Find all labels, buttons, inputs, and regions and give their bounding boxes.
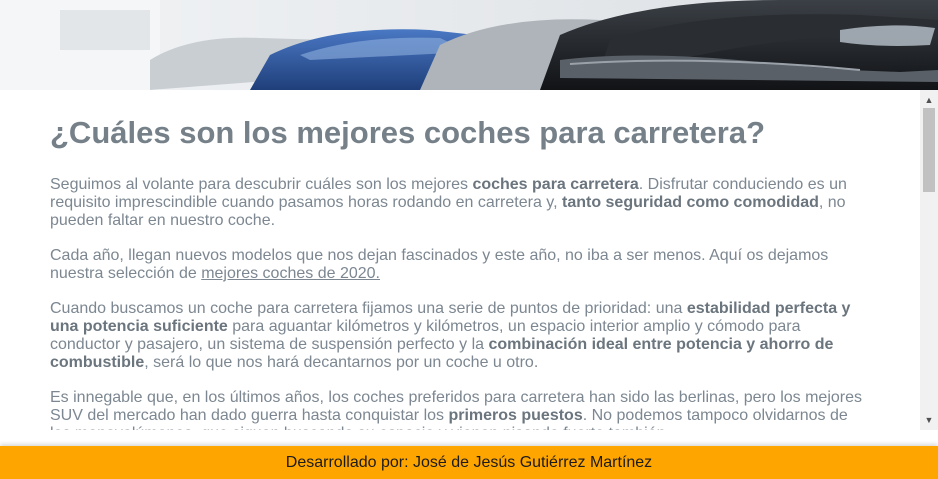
paragraph-models: Cada año, llegan nuevos modelos que nos … <box>50 247 865 283</box>
text-span: Cada año, llegan nuevos modelos que nos … <box>50 247 829 282</box>
paragraph-intro: Seguimos al volante para descubrir cuále… <box>50 176 865 230</box>
paragraph-suv: Es innegable que, en los últimos años, l… <box>50 389 865 430</box>
scroll-up-arrow-icon[interactable]: ▲ <box>920 92 938 108</box>
hero-banner <box>0 0 938 90</box>
scroll-content-area[interactable]: ¿Cuáles son los mejores coches para carr… <box>0 90 920 430</box>
bold-text: coches para carretera <box>472 176 639 193</box>
text-span: Seguimos al volante para descubrir cuále… <box>50 176 473 193</box>
footer-bar: Desarrollado por: José de Jesús Gutiérre… <box>0 446 938 479</box>
scrollbar-thumb[interactable] <box>923 108 935 192</box>
footer-credit: Desarrollado por: José de Jesús Gutiérre… <box>285 453 653 471</box>
article: ¿Cuáles son los mejores coches para carr… <box>0 114 865 430</box>
text-span: , será lo que nos hará decantarnos por u… <box>144 354 539 371</box>
scroll-down-arrow-icon[interactable]: ▼ <box>920 412 938 428</box>
vertical-scrollbar[interactable]: ▲ ▼ <box>920 90 938 430</box>
text-span: Cuando buscamos un coche para carretera … <box>50 300 687 317</box>
best-cars-2020-link[interactable]: mejores coches de 2020. <box>201 265 380 282</box>
bold-text: tanto seguridad como comodidad <box>561 194 819 211</box>
footer-gap <box>0 430 938 446</box>
paragraph-priorities: Cuando buscamos un coche para carretera … <box>50 300 865 372</box>
page-title: ¿Cuáles son los mejores coches para carr… <box>50 115 766 150</box>
bold-text: primeros puestos <box>448 407 583 424</box>
cars-banner-image <box>0 0 938 90</box>
